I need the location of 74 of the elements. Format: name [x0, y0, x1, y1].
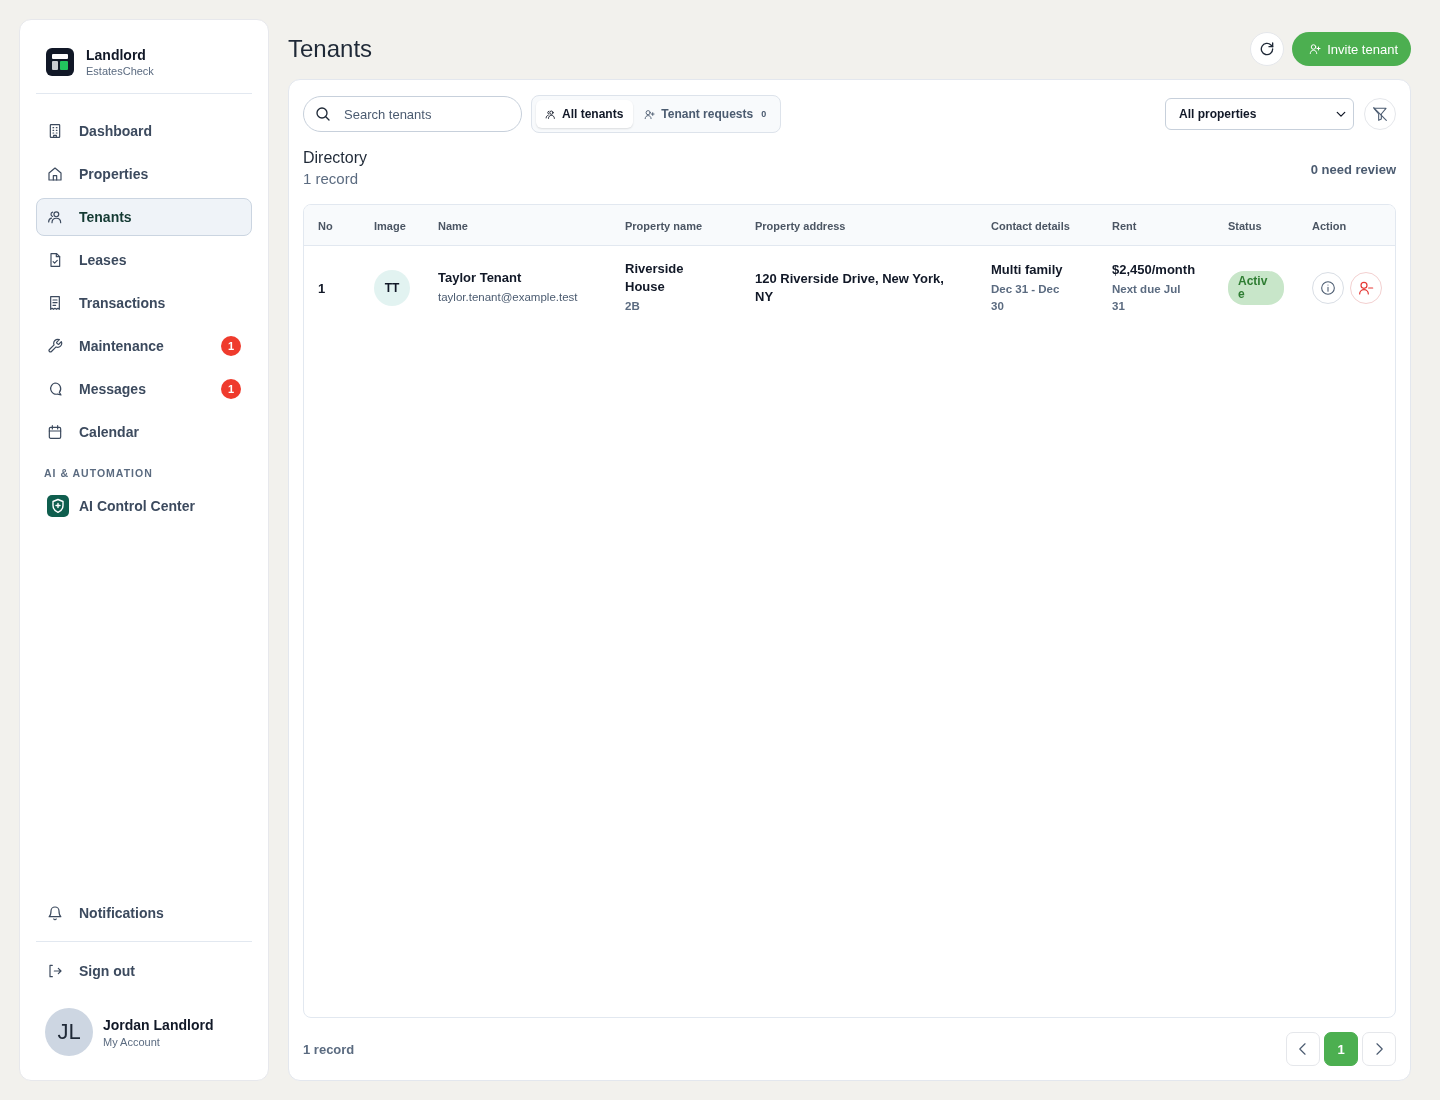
- column-header: No: [318, 220, 333, 232]
- section-label: AI & AUTOMATION: [44, 467, 154, 479]
- lease-dates: Dec 31 - Dec 30: [991, 281, 1061, 314]
- nav-item[interactable]: AI Control Center: [36, 487, 252, 525]
- record-count: 1 record: [303, 170, 360, 187]
- clear-filter-button[interactable]: [1364, 98, 1396, 130]
- property-select[interactable]: All properties: [1165, 98, 1354, 130]
- rent-amount: $2,450/month: [1112, 260, 1197, 279]
- chevron-down-icon: [1336, 109, 1346, 119]
- property-name: Riverside House: [625, 260, 685, 296]
- previous-page-button[interactable]: [1286, 1032, 1320, 1066]
- info-icon: [1320, 279, 1336, 296]
- house-icon: [47, 166, 63, 182]
- count-badge: 1: [221, 336, 241, 356]
- brand-title: Landlord: [86, 47, 147, 63]
- review-count: 0 need review: [1310, 162, 1396, 177]
- remove-tenant-button[interactable]: [1350, 271, 1382, 304]
- property-address: 120 Riverside Drive, New York, NY: [755, 269, 945, 306]
- page-title: Tenants: [288, 35, 373, 63]
- nav-item[interactable]: Sign out: [36, 952, 252, 990]
- tenant-name: Taylor Tenant: [438, 269, 523, 287]
- account-name: Jordan Landlord: [103, 1016, 214, 1033]
- info-button[interactable]: [1312, 271, 1344, 304]
- column-header: Property name: [625, 220, 703, 232]
- receipt-icon: [47, 295, 63, 311]
- tenant-avatar: TT: [374, 269, 410, 306]
- nav-item[interactable]: Tenants: [36, 198, 252, 236]
- nav-item[interactable]: Calendar: [36, 413, 252, 451]
- filter-tab[interactable]: Tenant requests 0: [635, 100, 777, 128]
- user-minus-icon: [1358, 279, 1374, 296]
- count-badge: 1: [221, 379, 241, 399]
- nav-item[interactable]: Dashboard: [36, 112, 252, 150]
- calendar-icon: [47, 424, 63, 440]
- next-page-button[interactable]: [1362, 1032, 1396, 1066]
- tenant-email: taylor.tenant@example.test: [438, 290, 579, 305]
- refresh-button[interactable]: [1250, 32, 1285, 66]
- wrench-icon: [47, 338, 63, 354]
- row-number: 1: [318, 280, 326, 296]
- account-link[interactable]: My Account: [103, 1035, 214, 1048]
- section-title: Directory: [303, 149, 367, 167]
- chat-bubble-icon: [47, 381, 63, 397]
- column-header: Rent: [1112, 220, 1137, 232]
- user-plus-icon: [1309, 43, 1322, 55]
- users-icon: [47, 209, 63, 225]
- user-plus-icon: [644, 108, 656, 120]
- column-header: Image: [374, 220, 406, 232]
- column-header: Property address: [755, 220, 846, 232]
- rent-due-date: Next due Jul 31: [1112, 281, 1182, 314]
- refresh-icon: [1259, 41, 1276, 57]
- nav-item[interactable]: Transactions: [36, 284, 252, 322]
- search-field[interactable]: Search tenants: [303, 96, 522, 132]
- brand-subtitle: EstatesCheck: [86, 65, 154, 77]
- status-badge: Active: [1228, 270, 1284, 305]
- filter-off-icon: [1372, 106, 1388, 122]
- record-count: 1 record: [303, 1041, 355, 1057]
- nav-item[interactable]: Leases: [36, 241, 252, 279]
- column-header: Action: [1312, 220, 1347, 232]
- document-check-icon: [47, 252, 63, 268]
- unit-label: 2B: [625, 299, 641, 314]
- search-icon: [315, 106, 331, 122]
- column-header: Status: [1228, 220, 1262, 232]
- column-header: Name: [438, 220, 468, 232]
- nav-item[interactable]: Properties: [36, 155, 252, 193]
- shield-plus-icon: [47, 495, 69, 517]
- column-header: Contact details: [991, 220, 1070, 232]
- bell-icon: [47, 905, 63, 921]
- account-avatar[interactable]: JL: [45, 1008, 93, 1056]
- building-icon: [47, 123, 63, 139]
- users-icon: [545, 108, 556, 120]
- property-type: Multi family: [991, 260, 1064, 279]
- sign-out-icon: [47, 963, 63, 979]
- logo-icon: [46, 48, 74, 76]
- filter-tab[interactable]: All tenants: [536, 100, 634, 128]
- nav-item[interactable]: Notifications: [36, 894, 252, 932]
